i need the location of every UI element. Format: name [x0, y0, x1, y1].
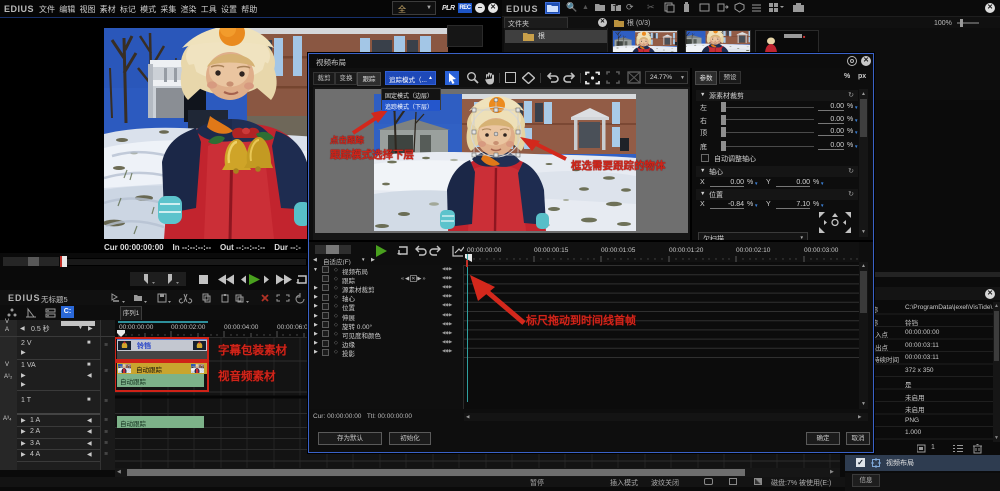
svg-text:T: T — [613, 4, 618, 12]
